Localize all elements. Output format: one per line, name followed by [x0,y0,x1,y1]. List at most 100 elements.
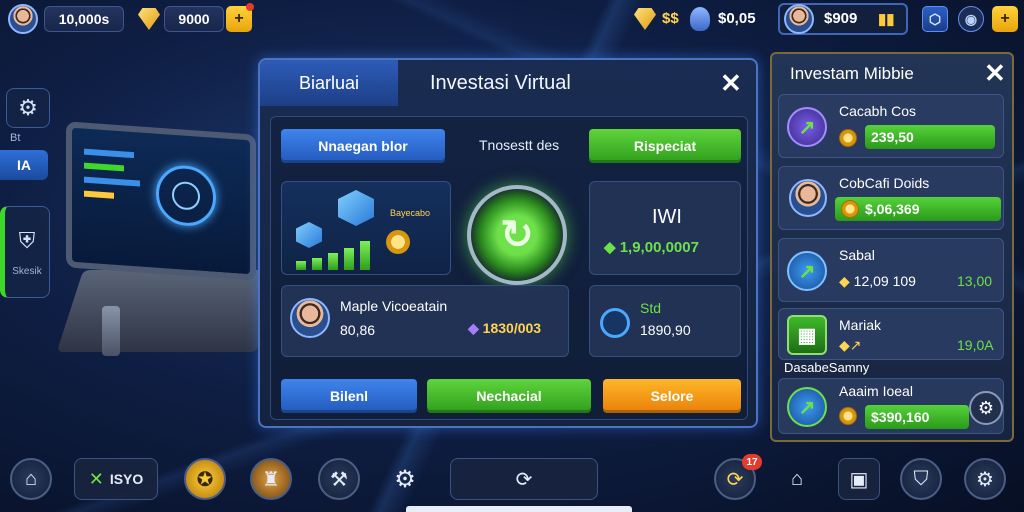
growth-icon: ↗ [787,387,827,427]
item-name: Mariak [839,317,882,333]
top-left-button-label: Nnaegan blor [318,138,408,154]
screen-bar [84,176,140,187]
laptop-screen [66,121,256,281]
team-button[interactable]: ⚙ [384,458,426,500]
item-value-bar: 239,50 [865,125,995,149]
panel-close-button[interactable]: ✕ [984,58,1006,89]
player-amount: ◆ 1830/003 [468,320,541,337]
currency-symbol: $$ [662,10,679,27]
notification-count: 17 [746,456,758,468]
globe-button[interactable]: ◉ [958,6,984,32]
top-left-button[interactable]: Nnaegan blor [281,129,445,163]
center-action-button[interactable]: ⟳ [450,458,598,500]
shield-button[interactable]: ⬡ [922,6,948,32]
value-card: IWI ◆ 1,9,00,0007 [589,181,741,275]
stats-side-button[interactable]: ⛨ Skesik [0,206,50,298]
chart-card: Bayecabo [281,181,451,275]
section-label: DasabeSamny [784,360,870,375]
item-value: $390,160 [871,409,930,425]
shop-button[interactable]: ⌂ [776,458,818,500]
list-item[interactable]: ↗ Sabal ◆ 12,09 109 13,00 [778,238,1004,302]
investment-list-panel: Investam Mibbie ✕ ↗ Cacabh Cos 239,50 Co… [770,52,1014,442]
bottom-left-button[interactable]: Bilenl [281,379,417,413]
list-item[interactable]: ↗ Cacabh Cos 239,50 [778,94,1004,158]
top-right-button-label: Rispeciat [633,138,697,154]
mini-bar-chart [296,236,376,270]
growth-icon: ↗ [787,107,827,147]
clipboard-icon: ▣ [849,468,869,491]
gold-coin-icon [386,230,410,254]
list-item[interactable]: CobCafi Doids $,06,369 [778,166,1004,230]
investment-modal: Biarluai Investasi Virtual ✕ Nnaegan blo… [258,58,758,428]
coin-balance-value: 10,000s [58,11,110,27]
plus-icon: + [234,10,244,27]
shield-icon: ⬡ [928,10,942,27]
item-avatar [789,179,827,217]
home-button[interactable]: ⌂ [10,458,52,500]
top-center-label: Tnosestt des [479,137,560,153]
stat-card: Std 1890,90 [589,285,741,357]
item-value-bar: $,06,369 [835,197,1001,221]
trophy-icon: ♜ [262,468,280,491]
stat-label: Std [640,300,662,316]
item-extra-value: 13,00 [957,273,993,289]
invest-orb-button[interactable]: ↻ [467,185,567,285]
shield-bottom-button[interactable]: ⛉ [900,458,942,500]
reward-button[interactable]: ♜ [250,458,292,500]
notification-badge: 17 [742,454,762,470]
profile-avatar[interactable] [784,4,814,34]
item-value: ◆ 12,09 109 [839,273,916,289]
settings-side-label: Bt [10,132,21,144]
item-name: Sabal [839,247,875,263]
gem-small-icon: ◆ [468,320,479,336]
inventory-button[interactable]: ▣ [838,458,880,500]
item-value: 19,0A [957,337,994,353]
gem-balance: 9000 [164,6,224,32]
panel-settings-button[interactable]: ⚙ [969,391,1003,425]
building-icon: ⌂ [790,467,804,490]
top-right-button[interactable]: Rispeciat [589,129,741,163]
side-nav-tab[interactable]: IA [0,150,48,180]
tools-button[interactable]: ✕ ISYO [74,458,158,500]
achievements-button[interactable]: ✪ [184,458,226,500]
player-name: Maple Vicoeatain [340,298,448,314]
settings-button[interactable]: ⚙ [964,458,1006,500]
menu-add-button[interactable]: + [992,6,1018,32]
shield-icon: ⛨ [18,227,36,253]
item-value-bar: $390,160 [865,405,969,429]
modal-close-button[interactable]: ✕ [720,68,742,99]
panel-title: Investam Mibbie [790,64,914,83]
gear-icon: ⚙ [977,397,995,418]
gem-icon [138,8,160,30]
screen-bar [84,148,134,159]
modal-tab[interactable]: Biarluai [260,60,398,106]
item-name: CobCafi Doids [839,175,930,191]
hexagon-icon [338,190,374,226]
growth-icon: ↗ [787,251,827,291]
tools-round-button[interactable]: ⚒ [318,458,360,500]
value-title: IWI [652,206,682,228]
bottom-right-button-label: Selore [650,388,694,404]
settings-side-button[interactable]: ⚙ [6,88,50,128]
player-avatar[interactable] [8,4,38,34]
list-item[interactable]: ▦ Mariak ◆↗ 19,0A [778,308,1004,360]
list-item[interactable]: ↗ Aaaim Ioeal $390,160 ⚙ [778,378,1004,434]
screen-bar [84,190,114,199]
bottom-mid-button-label: Nechacial [476,388,542,404]
item-value-text: 12,09 109 [853,273,916,289]
bottom-right-button[interactable]: Selore [603,379,741,413]
bottom-mid-button[interactable]: Nechacial [427,379,591,413]
gear-icon: ⚙ [18,95,38,120]
tools-label: ISYO [109,471,144,487]
home-icon: ⌂ [24,467,38,490]
trophy-icon [690,7,710,31]
globe-icon: ◉ [964,10,978,27]
profile-balance: $909 [824,10,858,27]
mini-chart-bar [344,248,354,270]
refresh-icon: ⟳ [515,468,533,491]
mini-chart-bar [296,261,306,270]
bars-icon: ▮▮ [878,11,895,28]
refresh-arrow-icon: ↻ [500,213,534,257]
coin-icon [839,129,857,147]
mini-chart-bar [360,241,370,270]
